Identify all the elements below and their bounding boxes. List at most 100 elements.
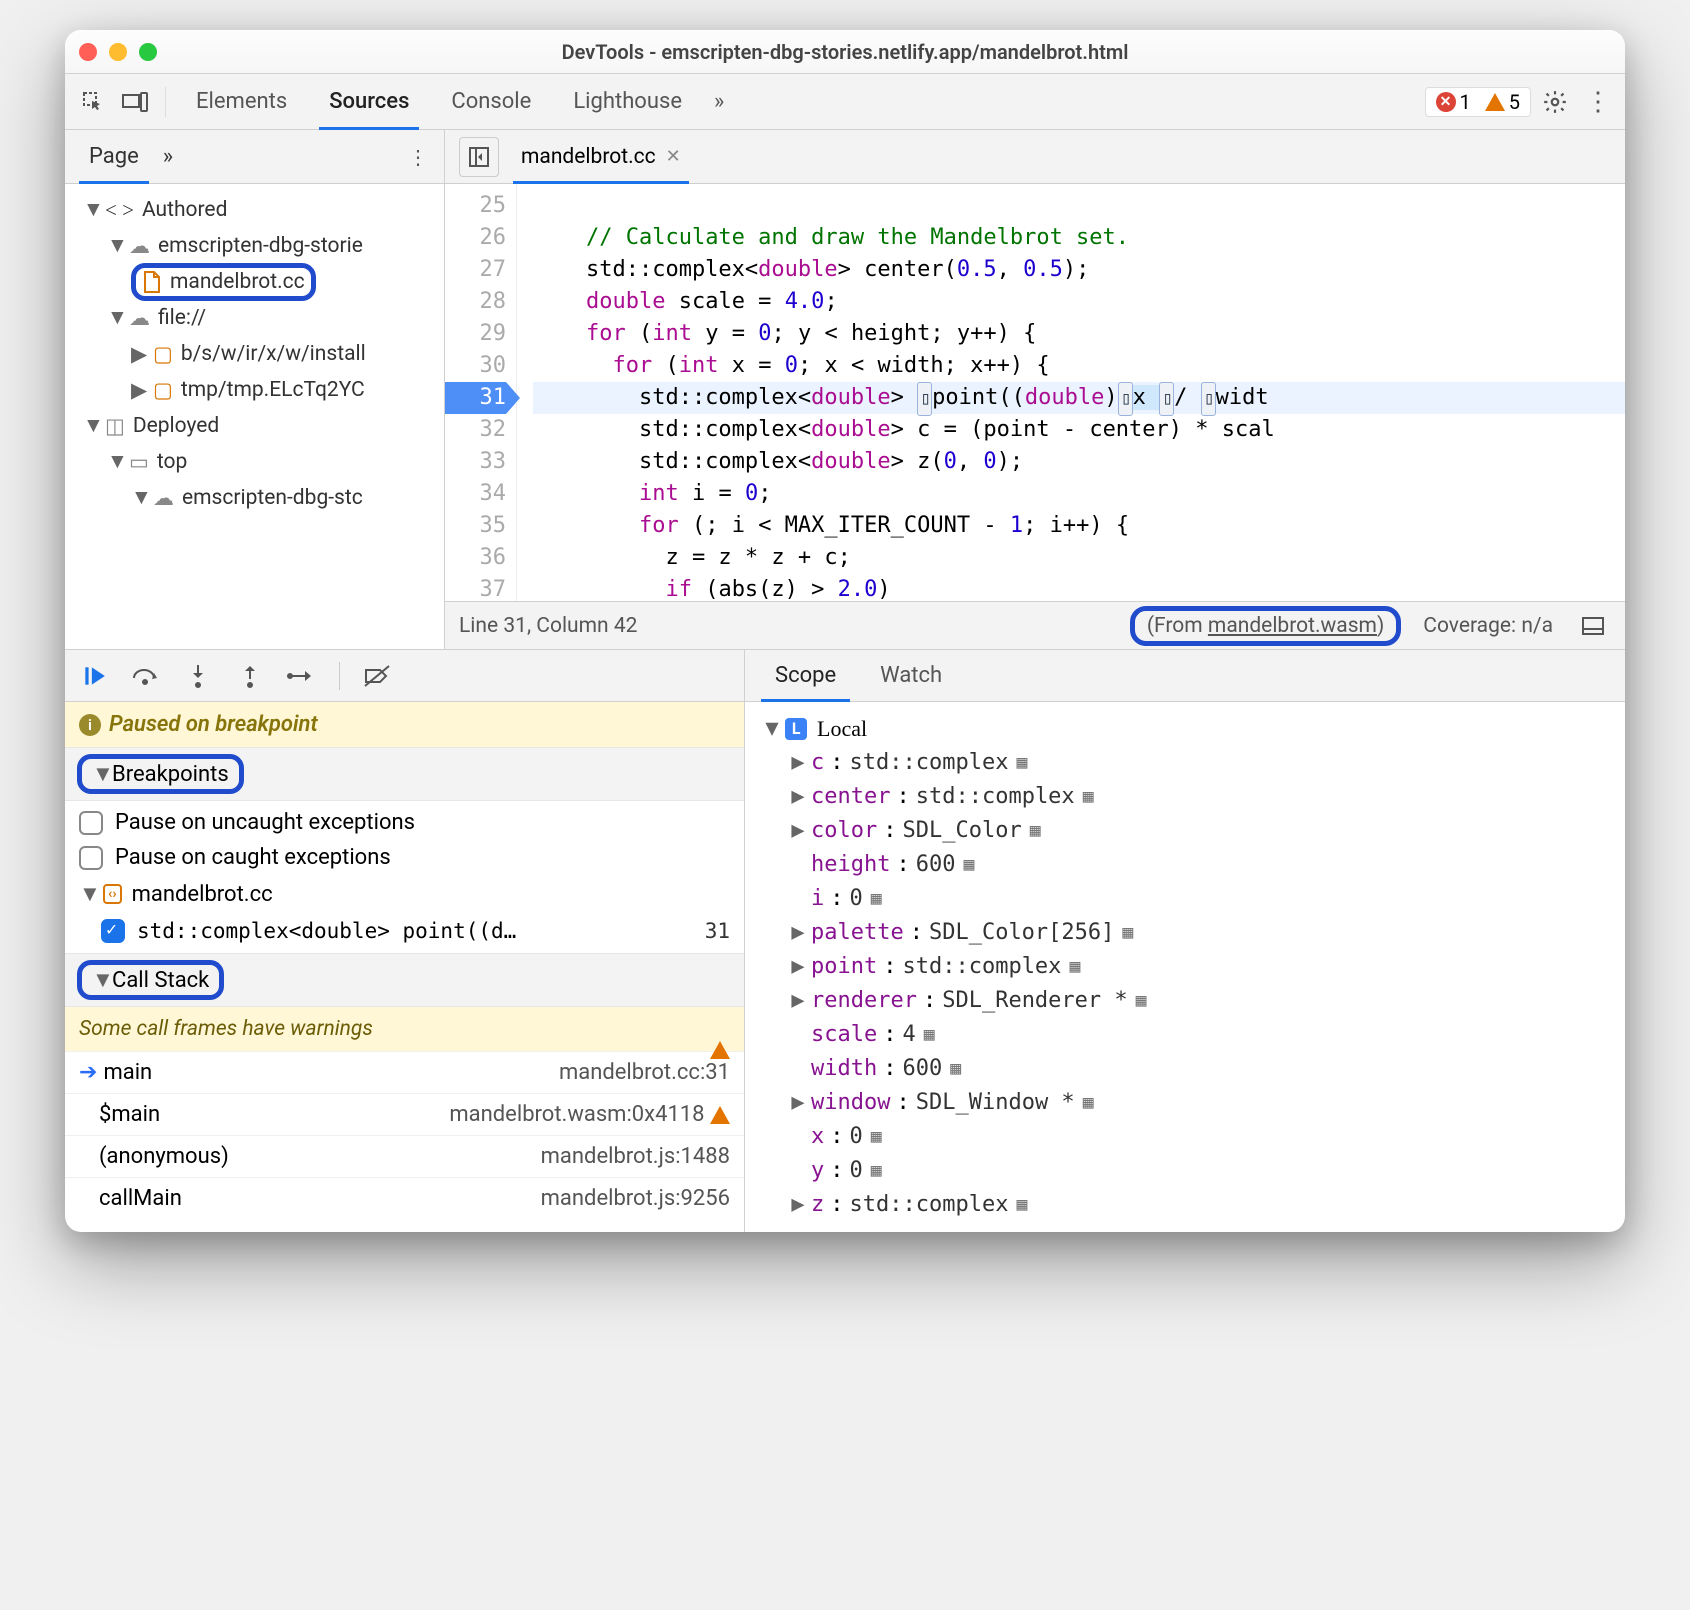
scope-variable[interactable]: ▶center: std::complex▦ <box>751 780 1619 814</box>
memory-icon[interactable]: ▦ <box>869 882 884 916</box>
memory-icon[interactable]: ▦ <box>869 1120 884 1154</box>
scope-variable[interactable]: height: 600▦ <box>751 848 1619 882</box>
navigator-menu-icon[interactable]: ⋮ <box>400 139 436 175</box>
scope-variable[interactable]: ▶renderer: SDL_Renderer *▦ <box>751 984 1619 1018</box>
tab-elements[interactable]: Elements <box>178 74 305 129</box>
stack-frame[interactable]: (anonymous)mandelbrot.js:1488 <box>65 1135 744 1177</box>
deactivate-breakpoints-button[interactable] <box>362 661 392 691</box>
call-stack-list: ➔mainmandelbrot.cc:31$mainmandelbrot.was… <box>65 1051 744 1219</box>
scope-variable[interactable]: ▶color: SDL_Color▦ <box>751 814 1619 848</box>
step-into-button[interactable] <box>183 661 213 691</box>
memory-icon[interactable]: ▦ <box>1028 814 1043 848</box>
source-mapped-from[interactable]: (From mandelbrot.wasm) <box>1130 606 1401 646</box>
memory-icon[interactable]: ▦ <box>948 1052 963 1086</box>
tab-scope[interactable]: Scope <box>753 650 858 701</box>
breakpoints-body: Pause on uncaught exceptions Pause on ca… <box>65 801 744 953</box>
settings-gear-icon[interactable] <box>1537 84 1573 120</box>
scope-tabs: Scope Watch <box>745 650 1625 702</box>
breakpoint-file-group[interactable]: ▼ ‹› mandelbrot.cc <box>65 875 744 913</box>
resume-button[interactable] <box>79 661 109 691</box>
scope-variable[interactable]: i: 0▦ <box>751 882 1619 916</box>
stack-frame[interactable]: callMainmandelbrot.js:9256 <box>65 1177 744 1219</box>
scope-variable[interactable]: ▶z: std::complex▦ <box>751 1188 1619 1222</box>
navigator-tab-page[interactable]: Page <box>73 130 155 183</box>
memory-icon[interactable]: ▦ <box>1014 1188 1029 1222</box>
tree-file-mandelbrot[interactable]: mandelbrot.cc <box>65 264 444 300</box>
cloud-icon: ☁ <box>129 234 150 259</box>
local-badge-icon: L <box>785 718 807 740</box>
scope-local-header[interactable]: ▼ L Local <box>751 712 1619 746</box>
stack-frame[interactable]: $mainmandelbrot.wasm:0x4118 <box>65 1093 744 1135</box>
navigator-more-button[interactable]: » <box>155 130 181 183</box>
scope-variable[interactable]: ▶c: std::complex▦ <box>751 746 1619 780</box>
navigator-tabs: Page » ⋮ <box>65 130 444 184</box>
memory-icon[interactable]: ▦ <box>922 1018 937 1052</box>
tree-group-deployed[interactable]: ▼ ◫ Deployed <box>65 408 444 444</box>
memory-icon[interactable]: ▦ <box>1081 1086 1096 1120</box>
call-stack-warning: Some call frames have warnings <box>65 1007 744 1051</box>
editor-panel: mandelbrot.cc ✕ 252627282930313233343536… <box>445 130 1625 649</box>
folder-icon: ▢ <box>153 378 173 403</box>
code-editor[interactable]: 25262728293031323334353637 // Calculate … <box>445 184 1625 601</box>
close-tab-icon[interactable]: ✕ <box>666 146 681 167</box>
memory-icon[interactable]: ▦ <box>1081 780 1096 814</box>
tree-deployed-host[interactable]: ▼ ☁ emscripten-dbg-stc <box>65 480 444 516</box>
line-gutter[interactable]: 25262728293031323334353637 <box>445 184 517 601</box>
scope-variable[interactable]: ▶window: SDL_Window *▦ <box>751 1086 1619 1120</box>
cloud-icon: ☁ <box>153 486 174 511</box>
memory-icon[interactable]: ▦ <box>1134 984 1149 1018</box>
pause-uncaught-toggle[interactable]: Pause on uncaught exceptions <box>65 805 744 840</box>
editor-tab-mandelbrot[interactable]: mandelbrot.cc ✕ <box>507 130 695 183</box>
toggle-bottom-drawer-icon[interactable] <box>1575 608 1611 644</box>
more-tabs-button[interactable]: » <box>706 74 732 129</box>
memory-icon[interactable]: ▦ <box>961 848 976 882</box>
breakpoints-section-header[interactable]: ▼Breakpoints <box>65 747 744 801</box>
issue-counter[interactable]: ✕ 1 5 <box>1425 87 1532 117</box>
tab-sources[interactable]: Sources <box>311 74 427 129</box>
tree-group-authored[interactable]: ▼ < > Authored <box>65 192 444 228</box>
editor-tabs: mandelbrot.cc ✕ <box>445 130 1625 184</box>
tree-folder-1[interactable]: ▶ ▢ b/s/w/ir/x/w/install <box>65 336 444 372</box>
code-lines: // Calculate and draw the Mandelbrot set… <box>517 184 1625 601</box>
inspect-element-icon[interactable] <box>75 84 111 120</box>
step-over-button[interactable] <box>131 661 161 691</box>
tree-top-frame[interactable]: ▼ ▭ top <box>65 444 444 480</box>
tab-watch[interactable]: Watch <box>858 650 964 701</box>
tree-host-file[interactable]: ▼ ☁ file:// <box>65 300 444 336</box>
stack-frame[interactable]: ➔mainmandelbrot.cc:31 <box>65 1051 744 1093</box>
coverage-status: Coverage: n/a <box>1423 614 1553 638</box>
error-icon: ✕ <box>1436 92 1456 112</box>
call-stack-section-header[interactable]: ▼Call Stack <box>65 953 744 1007</box>
folder-icon: ▢ <box>153 342 173 367</box>
scope-variable[interactable]: ▶palette: SDL_Color[256]▦ <box>751 916 1619 950</box>
error-count: 1 <box>1460 90 1471 114</box>
file-tree: ▼ < > Authored ▼ ☁ emscripten-dbg-storie <box>65 184 444 649</box>
breakpoint-entry[interactable]: std::complex<double> point((d… 31 <box>65 913 744 949</box>
warning-icon <box>1485 93 1505 111</box>
main-tab-strip: Elements Sources Console Lighthouse » ✕ … <box>65 74 1625 130</box>
editor-status-bar: Line 31, Column 42 (From mandelbrot.wasm… <box>445 601 1625 649</box>
memory-icon[interactable]: ▦ <box>1120 916 1135 950</box>
memory-icon[interactable]: ▦ <box>1067 950 1082 984</box>
scope-body: ▼ L Local ▶c: std::complex▦▶center: std:… <box>745 702 1625 1232</box>
scope-variable[interactable]: width: 600▦ <box>751 1052 1619 1086</box>
tree-host-1[interactable]: ▼ ☁ emscripten-dbg-storie <box>65 228 444 264</box>
file-icon <box>142 270 162 294</box>
memory-icon[interactable]: ▦ <box>869 1154 884 1188</box>
device-toolbar-icon[interactable] <box>117 84 153 120</box>
tab-console[interactable]: Console <box>433 74 549 129</box>
step-button[interactable] <box>287 661 317 691</box>
memory-icon[interactable]: ▦ <box>1014 746 1029 780</box>
scope-variable[interactable]: x: 0▦ <box>751 1120 1619 1154</box>
scope-variable[interactable]: ▶point: std::complex▦ <box>751 950 1619 984</box>
toggle-navigator-button[interactable] <box>459 137 499 177</box>
tab-lighthouse[interactable]: Lighthouse <box>555 74 700 129</box>
tree-folder-2[interactable]: ▶ ▢ tmp/tmp.ELcTq2YC <box>65 372 444 408</box>
more-menu-icon[interactable]: ⋮ <box>1579 84 1615 120</box>
step-out-button[interactable] <box>235 661 265 691</box>
devtools-window: DevTools - emscripten-dbg-stories.netlif… <box>65 30 1625 1232</box>
scope-variable[interactable]: scale: 4▦ <box>751 1018 1619 1052</box>
pause-caught-toggle[interactable]: Pause on caught exceptions <box>65 840 744 875</box>
scope-variable[interactable]: y: 0▦ <box>751 1154 1619 1188</box>
paused-banner: i Paused on breakpoint <box>65 702 744 747</box>
